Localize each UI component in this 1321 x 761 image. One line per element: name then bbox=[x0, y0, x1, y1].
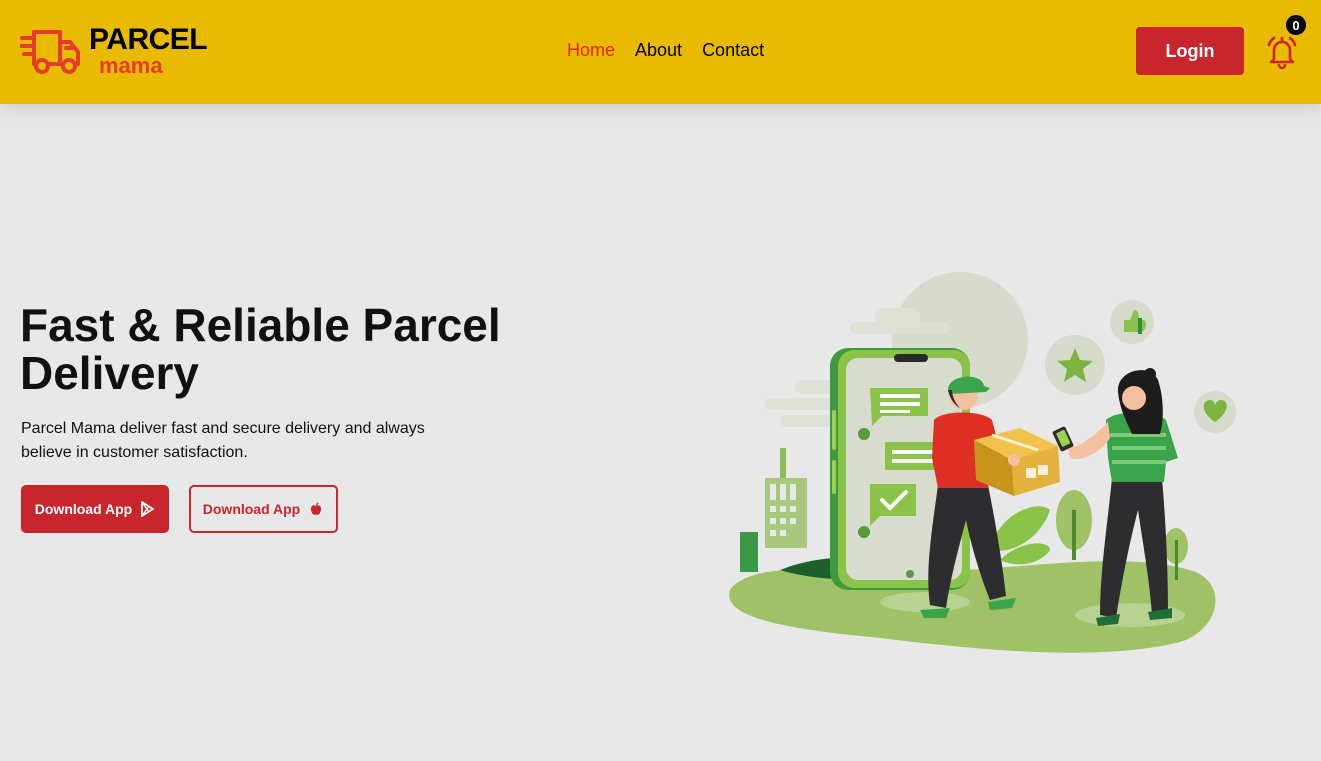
notification-bell-icon[interactable] bbox=[1264, 34, 1300, 70]
delivery-truck-icon bbox=[20, 30, 80, 74]
logo-text-primary: PARCEL bbox=[89, 23, 208, 56]
heart-icon bbox=[1194, 391, 1236, 433]
main-nav: Home About Contact bbox=[567, 40, 764, 64]
star-icon bbox=[1045, 335, 1105, 395]
logo[interactable]: PARCEL mama bbox=[20, 22, 210, 78]
download-ios-label: Download App bbox=[202, 501, 301, 517]
delivery-illustration bbox=[729, 272, 1236, 653]
nav-link-contact[interactable]: Contact bbox=[702, 40, 764, 64]
download-android-label: Download App bbox=[34, 501, 133, 517]
apple-icon bbox=[311, 502, 322, 515]
download-ios-button[interactable]: Download App bbox=[189, 485, 338, 533]
hero-title: Fast & Reliable Parcel Delivery bbox=[20, 299, 501, 399]
navbar: PARCEL mama Home About Contact Login 0 bbox=[0, 0, 1321, 104]
logo-text-secondary: mama bbox=[99, 53, 163, 78]
notification-count-badge: 0 bbox=[1286, 15, 1306, 35]
thumbs-up-icon bbox=[1110, 300, 1154, 344]
login-button[interactable]: Login bbox=[1136, 27, 1244, 75]
hero-description: Parcel Mama deliver fast and secure deli… bbox=[21, 420, 425, 461]
building bbox=[740, 448, 807, 572]
download-android-button[interactable]: Download App bbox=[21, 485, 169, 533]
nav-link-home[interactable]: Home bbox=[567, 40, 615, 64]
google-play-icon bbox=[141, 501, 155, 517]
nav-link-about[interactable]: About bbox=[635, 40, 682, 64]
